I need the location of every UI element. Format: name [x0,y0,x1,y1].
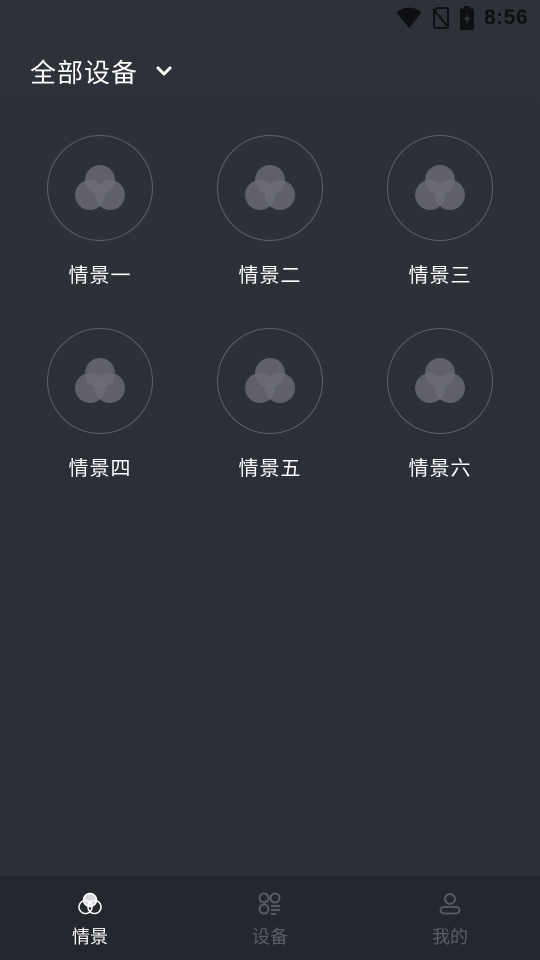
tab-profile[interactable]: 我的 [360,876,540,960]
scene-label: 情景二 [238,263,302,287]
device-filter-dropdown[interactable]: 全部设备 [0,36,540,106]
scene-circles-icon [415,358,465,403]
tab-label: 情景 [72,927,108,948]
scene-button[interactable] [217,328,323,434]
bottom-tab-bar: 情景 设备 我的 [0,876,540,960]
scene-item-1[interactable]: 情景一 [15,135,185,288]
tab-label: 设备 [252,927,288,948]
scene-item-3[interactable]: 情景三 [355,135,525,288]
scene-circles-icon [245,165,295,210]
scene-label: 情景五 [238,456,302,480]
scene-label: 情景四 [68,456,132,480]
scene-label: 情景三 [408,263,472,287]
status-bar: 8:56 [0,0,540,36]
chevron-down-icon[interactable] [156,65,172,77]
scene-tab-icon [78,892,102,915]
scene-button[interactable] [387,328,493,434]
status-time: 8:56 [483,6,528,29]
tab-device[interactable]: 设备 [180,876,360,960]
scene-button[interactable] [217,135,323,241]
no-sim-icon [432,7,450,29]
app-screen: 8:56 全部设备 情景一 情景二 情景三 情景四 情景五 情景六 情景 设备 … [0,0,540,960]
device-tab-icon [258,892,281,915]
battery-charging-icon [459,6,474,30]
scene-item-5[interactable]: 情景五 [185,328,355,481]
scene-item-4[interactable]: 情景四 [15,328,185,481]
wifi-icon [396,7,422,29]
scene-circles-icon [75,358,125,403]
page-title: 全部设备 [30,58,139,89]
profile-tab-icon [439,893,461,915]
scene-item-2[interactable]: 情景二 [185,135,355,288]
scene-circles-icon [415,165,465,210]
tab-label: 我的 [432,927,468,948]
scene-button[interactable] [47,135,153,241]
scene-label: 情景六 [408,456,472,480]
scene-grid: 情景一 情景二 情景三 情景四 情景五 情景六 [15,135,525,481]
scene-circles-icon [245,358,295,403]
scene-circles-icon [75,165,125,210]
scene-label: 情景一 [68,263,132,287]
scene-button[interactable] [387,135,493,241]
scene-button[interactable] [47,328,153,434]
scene-item-6[interactable]: 情景六 [355,328,525,481]
tab-scene[interactable]: 情景 [0,876,180,960]
